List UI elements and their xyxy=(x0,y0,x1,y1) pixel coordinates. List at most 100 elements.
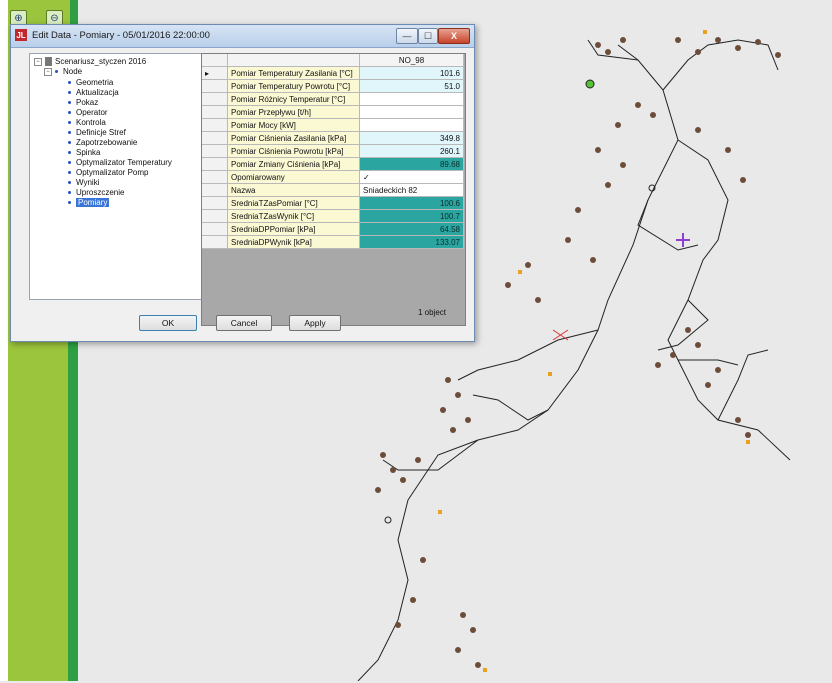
row-selector[interactable] xyxy=(202,80,228,93)
tree-item-spinka[interactable]: Spinka xyxy=(68,148,100,157)
dialog-title: Edit Data - Pomiary - 05/01/2016 22:00:0… xyxy=(32,30,210,41)
grid-row-value[interactable]: 64.58 xyxy=(360,223,464,236)
grid-row-value[interactable]: 89.68 xyxy=(360,158,464,171)
tree-item-wyniki[interactable]: Wyniki xyxy=(68,178,99,187)
row-selector[interactable] xyxy=(202,132,228,145)
minimize-icon[interactable]: — xyxy=(396,28,418,44)
bullet-icon xyxy=(68,181,71,184)
grid-row-name: Nazwa xyxy=(228,184,360,197)
opomiarowany-checkbox[interactable]: ✓ xyxy=(360,171,464,184)
bullet-icon xyxy=(68,141,71,144)
grid-row-name: SredniaTZasWynik [°C] xyxy=(228,210,360,223)
tree-item-definicje-stref[interactable]: Definicje Stref xyxy=(68,128,126,137)
bullet-icon xyxy=(68,111,71,114)
grid-row-name: Pomiar Mocy [kW] xyxy=(228,119,360,132)
grid-row-value[interactable]: 51.0 xyxy=(360,80,464,93)
row-selector[interactable] xyxy=(202,171,228,184)
tree-item-uproszczenie[interactable]: Uproszczenie xyxy=(68,188,124,197)
edit-data-dialog: JL Edit Data - Pomiary - 05/01/2016 22:0… xyxy=(10,24,475,342)
tree-item-aktualizacja[interactable]: Aktualizacja xyxy=(68,88,119,97)
object-count: 1 object xyxy=(418,308,447,317)
grid-row-value[interactable]: 100.7 xyxy=(360,210,464,223)
tree-node[interactable]: − Node xyxy=(44,67,82,76)
grid-row-name: Pomiar Temperatury Zasilania [°C] xyxy=(228,67,360,80)
grid-row-name: SredniaTZasPomiar [°C] xyxy=(228,197,360,210)
row-pointer-icon[interactable]: ▸ xyxy=(202,67,228,80)
row-selector[interactable] xyxy=(202,210,228,223)
tree-item-label: Zapotrzebowanie xyxy=(76,138,138,147)
tree-item-kontrola[interactable]: Kontrola xyxy=(68,118,106,127)
bullet-icon xyxy=(68,121,71,124)
tree-node-label: Node xyxy=(63,67,83,76)
bullet-icon xyxy=(68,191,71,194)
tree-item-geometria[interactable]: Geometria xyxy=(68,78,113,87)
row-selector[interactable] xyxy=(202,184,228,197)
grid-row-name: SredniaDPPomiar [kPa] xyxy=(228,223,360,236)
grid-row-value[interactable] xyxy=(360,93,464,106)
panel-edge xyxy=(0,0,8,681)
dialog-titlebar[interactable]: JL Edit Data - Pomiary - 05/01/2016 22:0… xyxy=(11,25,474,48)
property-grid[interactable]: NO_98 ▸ Pomiar Temperatury Zasilania [°C… xyxy=(201,53,466,326)
grid-row-value[interactable]: 101.6 xyxy=(360,67,464,80)
row-selector[interactable] xyxy=(202,197,228,210)
collapse-icon[interactable]: − xyxy=(34,57,42,66)
tree-item-label: Uproszczenie xyxy=(76,188,125,197)
grid-row-name: Pomiar Temperatury Powrotu [°C] xyxy=(228,80,360,93)
app-logo-icon: JL xyxy=(15,29,27,41)
grid-corner xyxy=(202,54,228,67)
tree-item-optymalizator-temperatury[interactable]: Optymalizator Temperatury xyxy=(68,158,172,167)
scenario-tree[interactable]: − Scenariusz_styczen 2016 − Node Geometr… xyxy=(29,53,202,300)
row-selector[interactable] xyxy=(202,158,228,171)
tree-item-pokaz[interactable]: Pokaz xyxy=(68,98,98,107)
grid-column-header[interactable]: NO_98 xyxy=(360,54,464,67)
grid-row-value[interactable]: 133.07 xyxy=(360,236,464,249)
tree-item-label: Kontrola xyxy=(76,118,106,127)
collapse-icon[interactable]: − xyxy=(44,67,52,76)
tree-item-operator[interactable]: Operator xyxy=(68,108,108,117)
bullet-icon xyxy=(68,101,71,104)
bullet-icon xyxy=(68,151,71,154)
grid-row-name: SredniaDPWynik [kPa] xyxy=(228,236,360,249)
bullet-icon xyxy=(55,70,58,73)
tree-item-zapotrzebowanie[interactable]: Zapotrzebowanie xyxy=(68,138,137,147)
grid-row-name: Pomiar Różnicy Temperatur [°C] xyxy=(228,93,360,106)
grid-row-name: Pomiar Ciśnienia Powrotu [kPa] xyxy=(228,145,360,158)
tree-item-pomiary[interactable]: Pomiary xyxy=(68,198,110,207)
tree-root[interactable]: − Scenariusz_styczen 2016 xyxy=(34,57,146,66)
grid-row-value[interactable] xyxy=(360,106,464,119)
row-selector[interactable] xyxy=(202,223,228,236)
row-selector[interactable] xyxy=(202,145,228,158)
grid-row-name: Pomiar Zmiany Ciśnienia [kPa] xyxy=(228,158,360,171)
grid-row-value[interactable]: Sniadeckich 82 xyxy=(360,184,464,197)
grid-row-value[interactable]: 349.8 xyxy=(360,132,464,145)
grid-name-header xyxy=(228,54,360,67)
tree-item-label: Wyniki xyxy=(76,178,100,187)
cancel-button[interactable]: Cancel xyxy=(216,315,272,331)
tree-item-optymalizator-pomp[interactable]: Optymalizator Pomp xyxy=(68,168,148,177)
maximize-icon[interactable]: ☐ xyxy=(418,28,438,44)
scenario-icon xyxy=(45,57,52,66)
row-selector[interactable] xyxy=(202,119,228,132)
bullet-icon xyxy=(68,131,71,134)
apply-button[interactable]: Apply xyxy=(289,315,341,331)
tree-item-label: Optymalizator Pomp xyxy=(76,168,149,177)
tree-item-label: Geometria xyxy=(76,78,114,87)
tree-item-label: Definicje Stref xyxy=(76,128,126,137)
row-selector[interactable] xyxy=(202,236,228,249)
grid-row-name: Pomiar Przepływu [t/h] xyxy=(228,106,360,119)
close-icon[interactable]: X xyxy=(438,28,470,44)
bullet-icon xyxy=(68,201,71,204)
bullet-icon xyxy=(68,171,71,174)
row-selector[interactable] xyxy=(202,93,228,106)
tree-item-label: Optymalizator Temperatury xyxy=(76,158,172,167)
tree-item-label: Pomiary xyxy=(76,198,110,207)
grid-row-value[interactable]: 260.1 xyxy=(360,145,464,158)
ok-button[interactable]: OK xyxy=(139,315,197,331)
tree-item-label: Aktualizacja xyxy=(76,88,119,97)
grid-row-name: Opomiarowany xyxy=(228,171,360,184)
tree-root-label: Scenariusz_styczen 2016 xyxy=(55,57,147,66)
grid-row-value[interactable]: 100.6 xyxy=(360,197,464,210)
grid-row-value[interactable] xyxy=(360,119,464,132)
bullet-icon xyxy=(68,81,71,84)
row-selector[interactable] xyxy=(202,106,228,119)
